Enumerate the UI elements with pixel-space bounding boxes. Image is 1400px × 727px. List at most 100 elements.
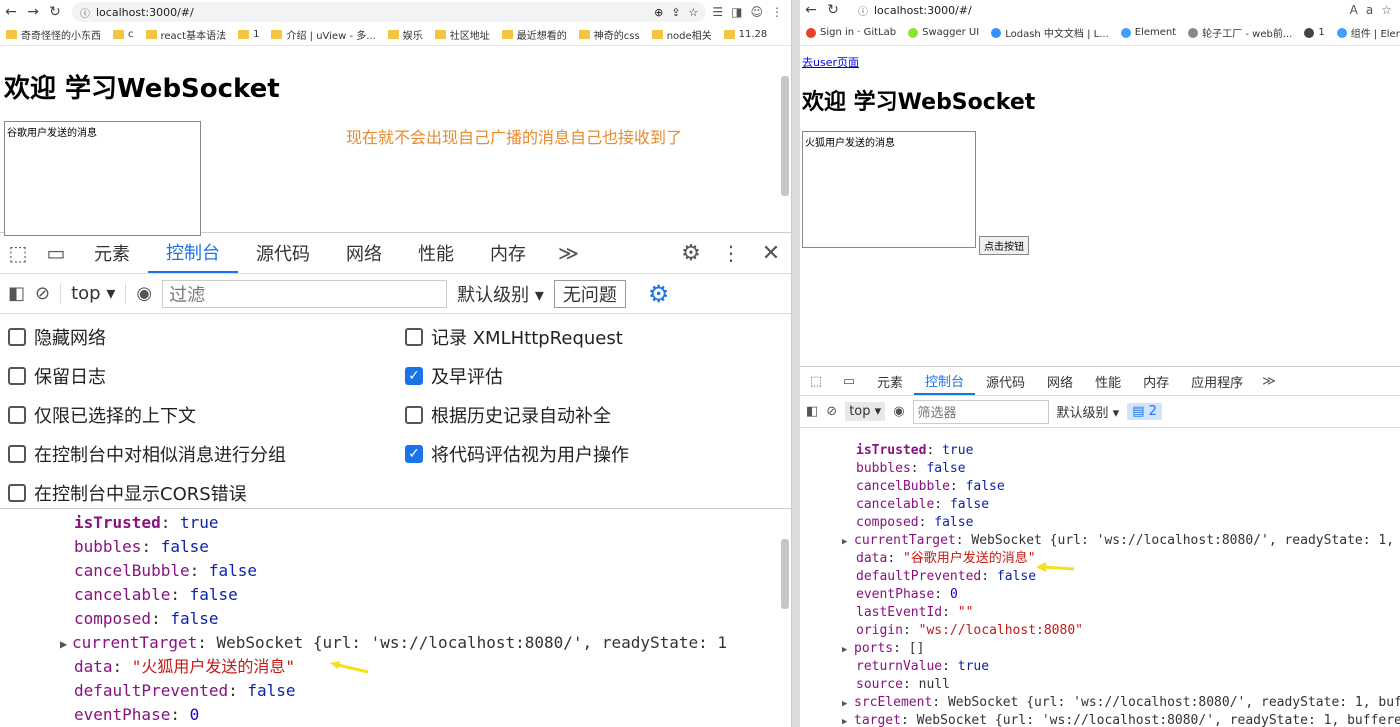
- devtools-tab[interactable]: 控制台: [148, 233, 238, 273]
- console-property[interactable]: ▶ currentTarget: WebSocket {url: 'ws://lo…: [800, 532, 1400, 550]
- console-property[interactable]: ▶ target: WebSocket {url: 'ws://localhost…: [800, 712, 1400, 727]
- bookmark-item[interactable]: 奇奇怪怪的小东西: [6, 27, 101, 42]
- console-scrollbar[interactable]: [781, 539, 789, 609]
- context-select[interactable]: top ▾: [60, 283, 115, 304]
- eye-icon[interactable]: ◉: [125, 283, 152, 304]
- setting-option[interactable]: 仅限已选择的上下文: [8, 402, 196, 428]
- bookmark-item[interactable]: Element: [1120, 27, 1176, 38]
- inspect-icon[interactable]: ⬚: [0, 241, 36, 265]
- close-icon[interactable]: ✕: [751, 241, 791, 266]
- devtools-tab[interactable]: 性能: [400, 233, 472, 273]
- devtools-tab[interactable]: 元素: [866, 367, 914, 395]
- bookmark-item[interactable]: 神奇的css: [578, 27, 640, 42]
- menu-icon[interactable]: ⋮: [771, 5, 783, 19]
- bookmark-item[interactable]: 最近想看的: [501, 27, 567, 42]
- checkbox[interactable]: [8, 367, 26, 385]
- star-icon[interactable]: ☆: [689, 6, 699, 19]
- console-property[interactable]: ▶ srcElement: WebSocket {url: 'ws://local…: [800, 694, 1400, 712]
- bookmark-item[interactable]: Sign in · GitLab: [806, 27, 896, 38]
- inspect-icon[interactable]: ⬚: [800, 374, 832, 389]
- info-icon[interactable]: ⓘ: [80, 5, 90, 20]
- devtools-tab[interactable]: 网络: [328, 233, 400, 273]
- back-icon[interactable]: ←: [0, 4, 22, 20]
- info-icon[interactable]: ⓘ: [858, 3, 868, 18]
- devtools-tab[interactable]: 内存: [1132, 367, 1180, 395]
- avatar[interactable]: ☺: [750, 5, 763, 19]
- expand-triangle-icon[interactable]: ▶: [842, 695, 854, 713]
- console-property[interactable]: ▶ currentTarget: WebSocket {url: 'ws://lo…: [0, 631, 791, 655]
- zoom-icon[interactable]: ⊕: [654, 6, 663, 19]
- checkbox[interactable]: [405, 328, 423, 346]
- issues-button[interactable]: 无问题: [553, 279, 626, 308]
- log-level-select[interactable]: 默认级别 ▾: [1057, 402, 1120, 421]
- device-toolbar-icon[interactable]: ▭: [832, 374, 866, 389]
- sidebar-toggle-icon[interactable]: ◧: [8, 283, 25, 304]
- bookmark-item[interactable]: 组件 | Element: [1336, 25, 1400, 40]
- back-icon[interactable]: ←: [800, 2, 822, 18]
- bookmark-item[interactable]: react基本语法: [145, 27, 226, 42]
- expand-triangle-icon[interactable]: ▶: [842, 533, 854, 551]
- reload-icon[interactable]: ↻: [44, 4, 66, 20]
- bookmark-item[interactable]: 1: [238, 29, 259, 40]
- bookmark-item[interactable]: 11.28: [723, 29, 767, 40]
- devtools-tab[interactable]: 内存: [472, 233, 544, 273]
- sidepanel-icon[interactable]: ◨: [731, 5, 742, 19]
- send-button[interactable]: 点击按钮: [979, 236, 1029, 255]
- reload-icon[interactable]: ↻: [822, 2, 844, 18]
- devtools-tab[interactable]: 性能: [1084, 367, 1132, 395]
- read-aloud-icon[interactable]: A: [1350, 3, 1358, 17]
- message-textarea[interactable]: 谷歌用户发送的消息: [4, 121, 201, 236]
- eye-icon[interactable]: ◉: [893, 404, 904, 419]
- setting-option[interactable]: 在控制台中显示CORS错误: [8, 480, 247, 506]
- filter-input[interactable]: 筛选器: [912, 399, 1049, 424]
- clear-console-icon[interactable]: ⊘: [35, 283, 50, 304]
- devtools-tab[interactable]: 元素: [76, 233, 148, 273]
- more-tabs-icon[interactable]: ≫: [558, 241, 579, 265]
- bookmark-item[interactable]: c: [113, 29, 134, 40]
- devtools-tab[interactable]: 源代码: [238, 233, 328, 273]
- device-toolbar-icon[interactable]: ▭: [36, 241, 76, 265]
- bookmark-item[interactable]: Swagger UI: [908, 27, 979, 38]
- devtools-tab[interactable]: 应用程序: [1180, 367, 1254, 395]
- log-level-select[interactable]: 默认级别 ▾: [457, 281, 544, 307]
- setting-option[interactable]: 记录 XMLHttpRequest: [405, 324, 623, 350]
- devtools-tab[interactable]: 控制台: [914, 367, 976, 395]
- expand-triangle-icon[interactable]: ▶: [60, 632, 72, 656]
- context-select[interactable]: top ▾: [845, 402, 886, 421]
- expand-triangle-icon[interactable]: ▶: [842, 641, 854, 659]
- translate-icon[interactable]: a: [1366, 3, 1373, 17]
- expand-triangle-icon[interactable]: ▶: [842, 713, 854, 727]
- bookmark-item[interactable]: Lodash 中文文档 | L...: [991, 25, 1109, 40]
- bookmark-item[interactable]: 社区地址: [434, 27, 490, 42]
- checkbox[interactable]: ✓: [405, 445, 423, 463]
- bookmark-item[interactable]: 娱乐: [387, 27, 423, 42]
- sidebar-toggle-icon[interactable]: ◧: [806, 404, 818, 419]
- checkbox[interactable]: [8, 445, 26, 463]
- devtools-tab[interactable]: 源代码: [975, 367, 1036, 395]
- bookmark-item[interactable]: 1: [1304, 27, 1325, 38]
- filter-input[interactable]: 过滤: [162, 279, 448, 308]
- url-field[interactable]: ⓘ localhost:3000/#/ ⊕ ⇪ ☆: [72, 2, 707, 22]
- checkbox[interactable]: [8, 484, 26, 502]
- more-tabs-icon[interactable]: ≫: [1262, 374, 1276, 389]
- checkbox[interactable]: [405, 406, 423, 424]
- devtools-tab[interactable]: 网络: [1036, 367, 1084, 395]
- clear-console-icon[interactable]: ⊘: [826, 404, 837, 419]
- console-property[interactable]: ▶ ports: []: [800, 640, 1400, 658]
- setting-option[interactable]: ✓ 及早评估: [405, 363, 503, 389]
- url-field[interactable]: ⓘ localhost:3000/#/: [850, 0, 1344, 20]
- checkbox[interactable]: [8, 328, 26, 346]
- page-scrollbar[interactable]: [781, 76, 789, 196]
- setting-option[interactable]: ✓ 将代码评估视为用户操作: [405, 441, 629, 467]
- checkbox[interactable]: ✓: [405, 367, 423, 385]
- issues-badge[interactable]: ▤ 2: [1127, 403, 1162, 420]
- message-textarea[interactable]: 火狐用户发送的消息: [802, 131, 976, 248]
- bookmark-item[interactable]: 介绍 | uView - 多...: [271, 27, 376, 42]
- bookmark-item[interactable]: 轮子工厂 - web前...: [1188, 25, 1292, 40]
- console-settings-gear-icon[interactable]: ⚙: [648, 280, 670, 308]
- reading-list-icon[interactable]: ☰: [712, 5, 723, 19]
- setting-option[interactable]: 在控制台中对相似消息进行分组: [8, 441, 286, 467]
- user-page-link[interactable]: 去user页面: [802, 54, 859, 70]
- setting-option[interactable]: 隐藏网络: [8, 324, 106, 350]
- gear-icon[interactable]: ⚙: [671, 241, 711, 266]
